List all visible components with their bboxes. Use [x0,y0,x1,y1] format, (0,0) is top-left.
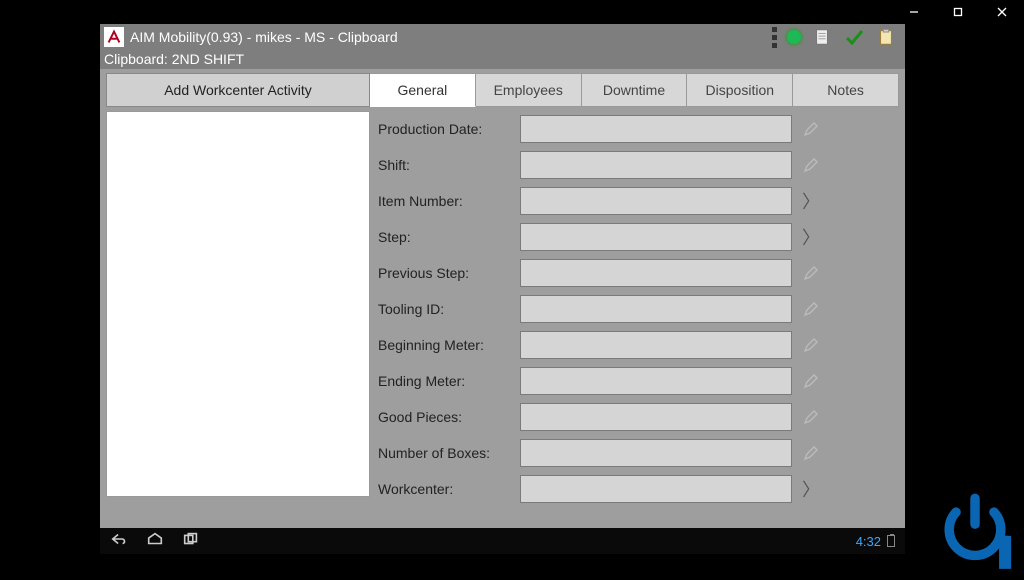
clipboard-icon[interactable] [875,26,897,48]
window-frame: AIM Mobility(0.93) - mikes - MS - Clipbo… [0,0,1024,580]
android-clock: 4:32 [856,534,881,549]
chevron-right-icon[interactable]: 〉 [800,223,822,251]
add-workcenter-activity-button[interactable]: Add Workcenter Activity [106,73,370,107]
edit-pencil-icon[interactable] [800,151,822,179]
form-row: Previous Step: [378,255,899,291]
field-label: Production Date: [378,121,520,137]
brand-power-logo [932,488,1018,574]
edit-pencil-icon[interactable] [800,439,822,467]
tab-notes[interactable]: Notes [793,73,899,107]
app-icon [104,27,124,47]
battery-icon [887,535,895,547]
field-input[interactable] [520,367,792,395]
app-content: Add Workcenter Activity GeneralEmployees… [100,69,905,511]
window-maximize-button[interactable] [936,0,980,24]
field-input[interactable] [520,187,792,215]
edit-pencil-icon[interactable] [800,403,822,431]
checkmark-icon[interactable] [843,26,865,48]
field-input[interactable] [520,259,792,287]
form-body: Production Date:Shift:Item Number:〉Step:… [106,111,899,507]
form-row: Production Date: [378,111,899,147]
android-navigation-bar: 4:32 [100,528,905,554]
field-label: Good Pieces: [378,409,520,425]
field-input[interactable] [520,331,792,359]
tabs: GeneralEmployeesDowntimeDispositionNotes [370,73,899,107]
field-label: Item Number: [378,193,520,209]
field-label: Beginning Meter: [378,337,520,353]
form-row: Good Pieces: [378,399,899,435]
tab-disposition[interactable]: Disposition [687,73,793,107]
field-input[interactable] [520,475,792,503]
tablet-app-frame: AIM Mobility(0.93) - mikes - MS - Clipbo… [100,24,905,554]
field-label: Tooling ID: [378,301,520,317]
field-input[interactable] [520,295,792,323]
edit-pencil-icon[interactable] [800,295,822,323]
document-icon[interactable] [811,26,833,48]
overflow-menu-icon[interactable] [772,27,777,48]
edit-pencil-icon[interactable] [800,115,822,143]
edit-pencil-icon[interactable] [800,367,822,395]
android-nav-left [110,532,200,551]
tab-downtime[interactable]: Downtime [582,73,688,107]
field-label: Step: [378,229,520,245]
android-status-right: 4:32 [856,534,895,549]
field-input[interactable] [520,439,792,467]
clipboard-context-bar: Clipboard: 2ND SHIFT [100,50,905,69]
field-label: Previous Step: [378,265,520,281]
window-titlebar-controls [892,0,1024,24]
edit-pencil-icon[interactable] [800,259,822,287]
field-input[interactable] [520,403,792,431]
form-row: Step: 〉 [378,219,899,255]
form-row: Ending Meter: [378,363,899,399]
field-label: Number of Boxes: [378,445,520,461]
android-recent-button[interactable] [182,532,200,551]
general-form: Production Date:Shift:Item Number:〉Step:… [378,111,899,507]
field-input[interactable] [520,151,792,179]
activity-list[interactable] [106,111,370,497]
field-label: Workcenter: [378,481,520,497]
toolbar-row: Add Workcenter Activity GeneralEmployees… [106,73,899,107]
window-close-button[interactable] [980,0,1024,24]
app-title: AIM Mobility(0.93) - mikes - MS - Clipbo… [130,29,772,45]
form-row: Tooling ID: [378,291,899,327]
window-minimize-button[interactable] [892,0,936,24]
app-topbar: AIM Mobility(0.93) - mikes - MS - Clipbo… [100,24,905,50]
field-input[interactable] [520,115,792,143]
tab-employees[interactable]: Employees [476,73,582,107]
chevron-right-icon[interactable]: 〉 [800,475,822,503]
field-label: Shift: [378,157,520,173]
topbar-actions [772,26,901,48]
status-led-icon [787,30,801,44]
tab-general[interactable]: General [370,73,476,107]
form-row: Number of Boxes: [378,435,899,471]
chevron-right-icon[interactable]: 〉 [800,187,822,215]
edit-pencil-icon[interactable] [800,331,822,359]
field-label: Ending Meter: [378,373,520,389]
form-row: Workcenter: 〉 [378,471,899,507]
android-home-button[interactable] [146,532,164,551]
form-row: Item Number: 〉 [378,183,899,219]
field-input[interactable] [520,223,792,251]
form-row: Beginning Meter: [378,327,899,363]
form-row: Shift: [378,147,899,183]
android-back-button[interactable] [110,532,128,551]
